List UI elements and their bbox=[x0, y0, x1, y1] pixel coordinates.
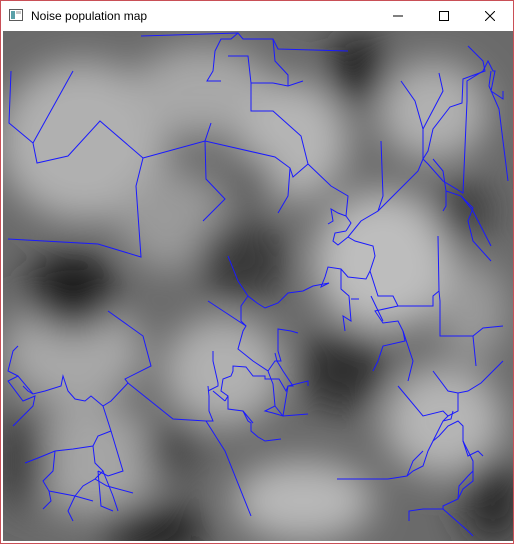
close-button[interactable] bbox=[467, 1, 513, 31]
app-window: Noise population map bbox=[0, 0, 514, 544]
noise-map-svg bbox=[3, 31, 513, 541]
close-icon bbox=[485, 11, 495, 21]
maximize-button[interactable] bbox=[421, 1, 467, 31]
maximize-icon bbox=[439, 11, 449, 21]
minimize-button[interactable] bbox=[375, 1, 421, 31]
noise-map-canvas[interactable] bbox=[3, 31, 513, 541]
title-bar[interactable]: Noise population map bbox=[1, 1, 513, 31]
minimize-icon bbox=[393, 15, 403, 17]
app-icon bbox=[9, 9, 23, 21]
window-title: Noise population map bbox=[31, 9, 148, 23]
